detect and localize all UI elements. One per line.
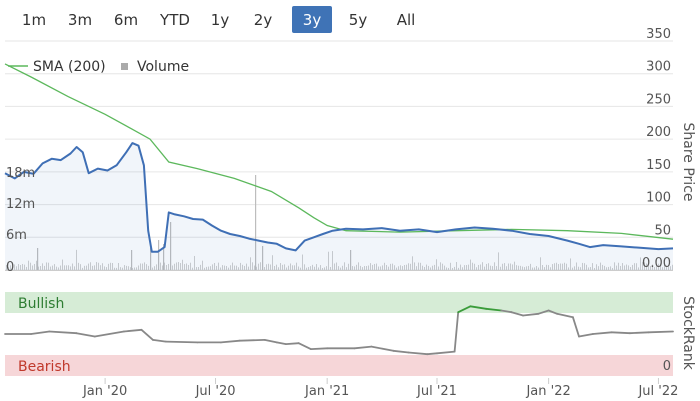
bearish-band <box>5 355 673 376</box>
bearish-label: Bearish <box>18 359 71 375</box>
price-y-tick-label: 250 <box>646 92 671 107</box>
stockrank-segment <box>556 312 574 319</box>
price-y-tick-label: 300 <box>646 60 671 75</box>
stockrank-axis-title: StockRank <box>680 296 696 371</box>
stockrank-segment <box>297 342 312 351</box>
legend-volume-swatch <box>121 63 128 70</box>
stockrank-segment <box>453 311 460 353</box>
stockrank-segment <box>93 330 125 338</box>
price-y-tick-label: 0.00 <box>642 256 671 271</box>
stockrank-segment <box>164 340 199 344</box>
price-area-fill <box>5 143 673 270</box>
x-tick-label: Jul '21 <box>416 384 457 399</box>
stockrank-line <box>4 305 674 356</box>
stockrank-segment <box>263 338 278 344</box>
stockrank-segment <box>275 341 287 346</box>
stockrank-segment <box>48 330 78 335</box>
price-area <box>5 143 673 270</box>
stockrank-segment <box>370 345 395 352</box>
x-tick-label: Jan '21 <box>304 384 349 399</box>
stockrank-panel: Bullish Bearish 0 <box>4 292 674 376</box>
legend-sma-label: SMA (200) <box>33 59 106 75</box>
volume-tick-label: 12m <box>6 197 35 212</box>
stockrank-segment <box>392 349 410 354</box>
stockrank-segment <box>152 338 167 343</box>
stockrank-segment <box>426 352 438 356</box>
legend-volume-label: Volume <box>137 59 189 75</box>
bullish-label: Bullish <box>18 296 64 312</box>
stockrank-segment <box>578 333 594 338</box>
price-y-tick-label: 200 <box>646 125 671 140</box>
stockrank-segment <box>30 330 51 335</box>
x-axis-ticks: Jan '20 Jul '20 Jan '21 Jul '21 Jan '22 Jul '… <box>82 378 678 399</box>
volume-tick-label: 0 <box>6 260 14 275</box>
x-tick-label: Jul '22 <box>637 384 678 399</box>
bullish-band <box>5 292 673 313</box>
stockrank-segment <box>284 342 300 346</box>
stockrank-segment <box>572 316 580 338</box>
stockrank-segment <box>220 339 241 344</box>
stockrank-segment <box>592 331 613 335</box>
price-y-tick-label: 100 <box>646 191 671 206</box>
price-y-tick-label: 50 <box>654 223 671 238</box>
stockrank-segment <box>140 328 154 341</box>
price-y-tick-label: 150 <box>646 158 671 173</box>
price-axis-title: Share Price <box>680 122 696 201</box>
stockrank-segment <box>353 345 373 350</box>
x-tick-label: Jan '20 <box>82 384 127 399</box>
stockrank-segment <box>75 332 96 338</box>
x-tick-label: Jan '22 <box>525 384 570 399</box>
stockrank-segment <box>238 338 266 342</box>
chart-area: 350 300 250 200 150 100 50 0.00 18m 12m 6m 0 SMA (… <box>4 27 696 399</box>
stockrank-segment <box>610 331 631 335</box>
x-tick-label: Jul '20 <box>195 384 236 399</box>
stockrank-segment <box>522 312 540 317</box>
stockrank-segment <box>436 350 456 355</box>
volume-tick-label: 6m <box>6 228 27 243</box>
stockrank-segment <box>647 330 674 334</box>
price-y-tick-label: 350 <box>646 27 671 42</box>
volume-tick-label: 18m <box>6 166 35 181</box>
legend[interactable]: SMA (200) Volume <box>8 59 189 75</box>
stockrank-segment <box>309 347 329 351</box>
price-y-ticks: 350 300 250 200 150 100 50 0.00 <box>642 27 671 271</box>
stockrank-segment <box>123 328 143 333</box>
stockrank-zero-tick: 0 <box>663 359 671 374</box>
stockrank-segment <box>407 351 429 356</box>
stockrank-segment <box>629 331 650 335</box>
